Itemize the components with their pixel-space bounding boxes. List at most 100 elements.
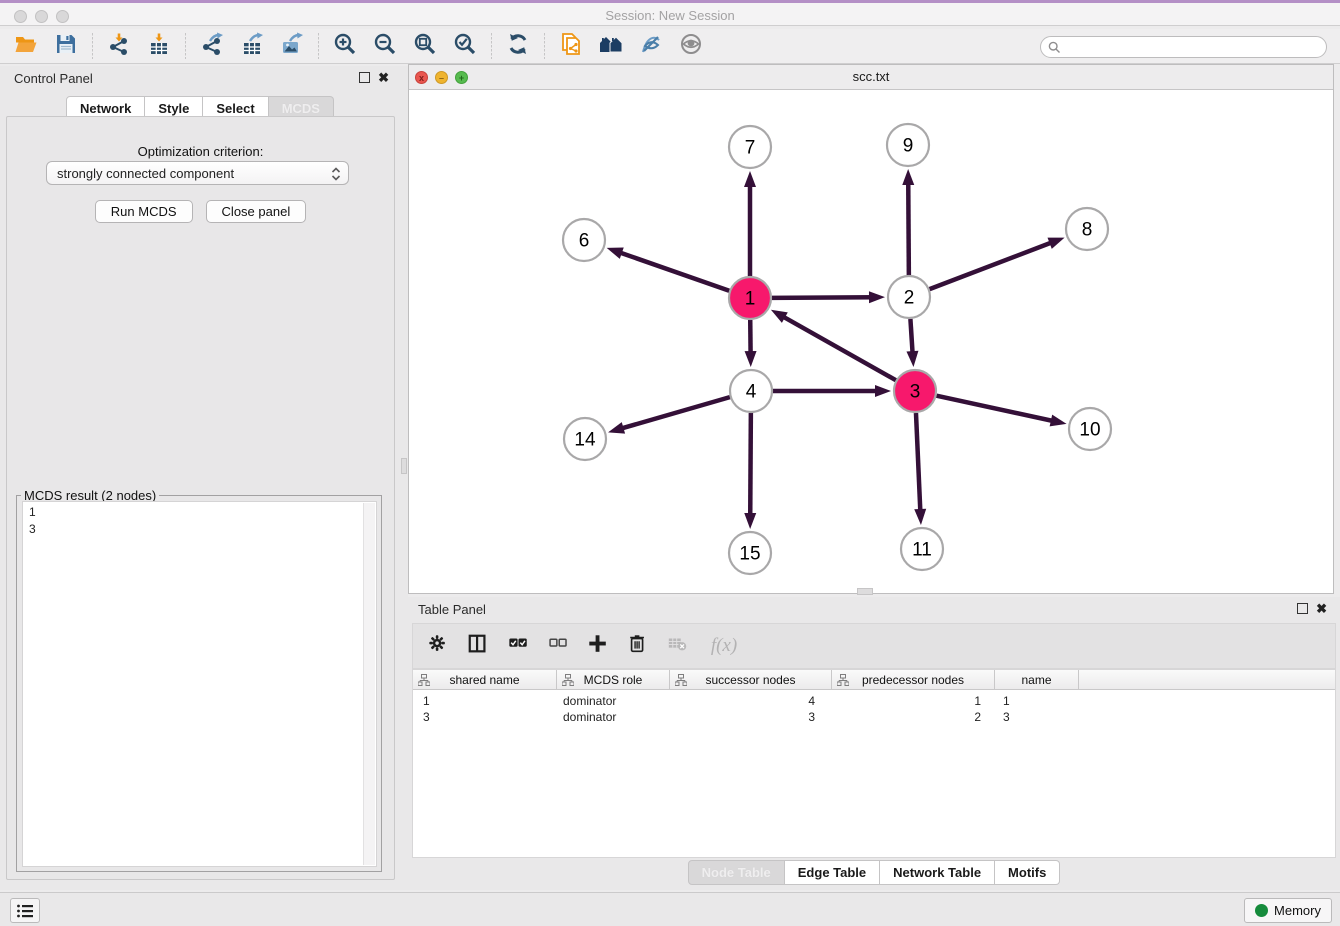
cell-name[interactable]: 3	[995, 710, 1079, 724]
home-button[interactable]	[591, 31, 631, 61]
edge-3-11[interactable]	[916, 413, 921, 516]
delete-table-icon	[667, 633, 689, 660]
task-list-button[interactable]	[10, 898, 40, 923]
edge-3-1[interactable]	[779, 314, 896, 380]
delete-table-button	[665, 631, 691, 661]
hide-details-button[interactable]	[631, 31, 671, 61]
close-panel-button[interactable]: Close panel	[206, 200, 307, 223]
delete-row-button[interactable]	[625, 631, 651, 661]
memory-status-icon	[1255, 904, 1268, 917]
node-label-8: 8	[1082, 220, 1093, 241]
edge-4-15[interactable]	[750, 413, 751, 520]
tab-network-table[interactable]: Network Table	[880, 860, 995, 885]
table-row[interactable]: 1dominator411	[413, 693, 1335, 709]
edge-1-6[interactable]	[615, 251, 729, 291]
cell-shared-name[interactable]: 1	[413, 694, 557, 708]
zoom-selected-icon	[453, 32, 477, 61]
criterion-dropdown[interactable]: strongly connected component	[46, 161, 349, 185]
horizontal-splitter-handle[interactable]	[857, 588, 873, 595]
mcds-result-list[interactable]: 13	[22, 501, 377, 867]
show-details-button[interactable]	[671, 31, 711, 61]
table-row[interactable]: 3dominator323	[413, 709, 1335, 725]
cell-successor-nodes[interactable]: 4	[670, 694, 832, 708]
save-button[interactable]	[46, 31, 86, 61]
cell-MCDS-role[interactable]: dominator	[557, 694, 670, 708]
cell-name[interactable]: 1	[995, 694, 1079, 708]
import-network-button[interactable]	[99, 31, 139, 61]
edge-1-2[interactable]	[772, 297, 876, 298]
deselect-all-button[interactable]	[545, 631, 571, 661]
zoom-out-icon	[373, 32, 397, 61]
tab-edge-table[interactable]: Edge Table	[785, 860, 880, 885]
main-toolbar	[0, 29, 1340, 64]
tab-motifs[interactable]: Motifs	[995, 860, 1060, 885]
status-bar: Memory	[0, 892, 1340, 926]
result-scrollbar[interactable]	[363, 503, 375, 865]
export-network-button[interactable]	[192, 31, 232, 61]
edge-4-14[interactable]	[617, 397, 730, 430]
node-label-7: 7	[745, 138, 756, 159]
memory-button[interactable]: Memory	[1244, 898, 1332, 923]
edge-2-8[interactable]	[930, 241, 1057, 289]
search-box[interactable]	[1040, 36, 1327, 58]
chevron-up-down-icon	[330, 165, 342, 183]
cell-predecessor-nodes[interactable]: 1	[832, 694, 995, 708]
column-label: name	[1021, 673, 1051, 687]
toolbar-separator	[491, 33, 492, 59]
control-panel: Control Panel ✖ NetworkStyleSelectMCDS O…	[0, 66, 400, 890]
zoom-fit-button[interactable]	[405, 31, 445, 61]
column-type-icon	[837, 674, 849, 686]
select-all-button[interactable]	[505, 631, 531, 661]
table-float-icon[interactable]	[1297, 603, 1308, 614]
network-view-window: x – + scc.txt 7968124314101511	[408, 64, 1334, 594]
cell-predecessor-nodes[interactable]: 2	[832, 710, 995, 724]
settings-gear-button[interactable]	[425, 631, 451, 661]
column-header-predecessor-nodes[interactable]: predecessor nodes	[832, 670, 995, 689]
vertical-splitter-handle[interactable]	[401, 458, 407, 474]
result-item[interactable]: 3	[29, 521, 376, 538]
zoom-out-button[interactable]	[365, 31, 405, 61]
add-row-button[interactable]	[585, 631, 611, 661]
vertical-splitter[interactable]	[400, 66, 408, 890]
import-table-button[interactable]	[139, 31, 179, 61]
home-icon	[599, 32, 623, 61]
network-window-titlebar[interactable]: x – + scc.txt	[409, 65, 1333, 90]
column-header-name[interactable]: name	[995, 670, 1079, 689]
zoom-selected-button[interactable]	[445, 31, 485, 61]
export-table-button[interactable]	[232, 31, 272, 61]
column-layout-button[interactable]	[465, 631, 491, 661]
result-item[interactable]: 1	[29, 504, 376, 521]
add-row-icon	[587, 633, 609, 660]
edge-3-10[interactable]	[936, 396, 1057, 422]
open-folder-button[interactable]	[6, 31, 46, 61]
function-button: f(x)	[705, 631, 743, 661]
float-panel-icon[interactable]	[359, 72, 370, 83]
duplicate-network-button[interactable]	[551, 31, 591, 61]
run-mcds-button[interactable]: Run MCDS	[95, 200, 193, 223]
import-table-icon	[147, 32, 171, 61]
table-body: 1dominator4113dominator323	[413, 690, 1335, 725]
network-canvas[interactable]: 7968124314101511	[409, 90, 1333, 593]
column-header-shared-name[interactable]: shared name	[413, 670, 557, 689]
tab-node-table[interactable]: Node Table	[688, 860, 785, 885]
search-input[interactable]	[1061, 38, 1326, 56]
close-panel-icon[interactable]: ✖	[378, 70, 389, 86]
column-header-MCDS-role[interactable]: MCDS role	[557, 670, 670, 689]
node-label-14: 14	[574, 430, 596, 451]
column-label: predecessor nodes	[862, 673, 964, 687]
zoom-in-button[interactable]	[325, 31, 365, 61]
export-network-icon	[200, 32, 224, 61]
table-close-icon[interactable]: ✖	[1316, 601, 1327, 617]
control-panel-title: Control Panel	[14, 71, 93, 86]
memory-label: Memory	[1274, 903, 1321, 918]
import-network-icon	[107, 32, 131, 61]
refresh-button[interactable]	[498, 31, 538, 61]
cell-MCDS-role[interactable]: dominator	[557, 710, 670, 724]
table-toolbar: f(x)	[412, 623, 1336, 669]
cell-shared-name[interactable]: 3	[413, 710, 557, 724]
export-image-button[interactable]	[272, 31, 312, 61]
criterion-value: strongly connected component	[57, 166, 234, 181]
column-header-successor-nodes[interactable]: successor nodes	[670, 670, 832, 689]
cell-successor-nodes[interactable]: 3	[670, 710, 832, 724]
edge-2-9[interactable]	[908, 178, 909, 275]
